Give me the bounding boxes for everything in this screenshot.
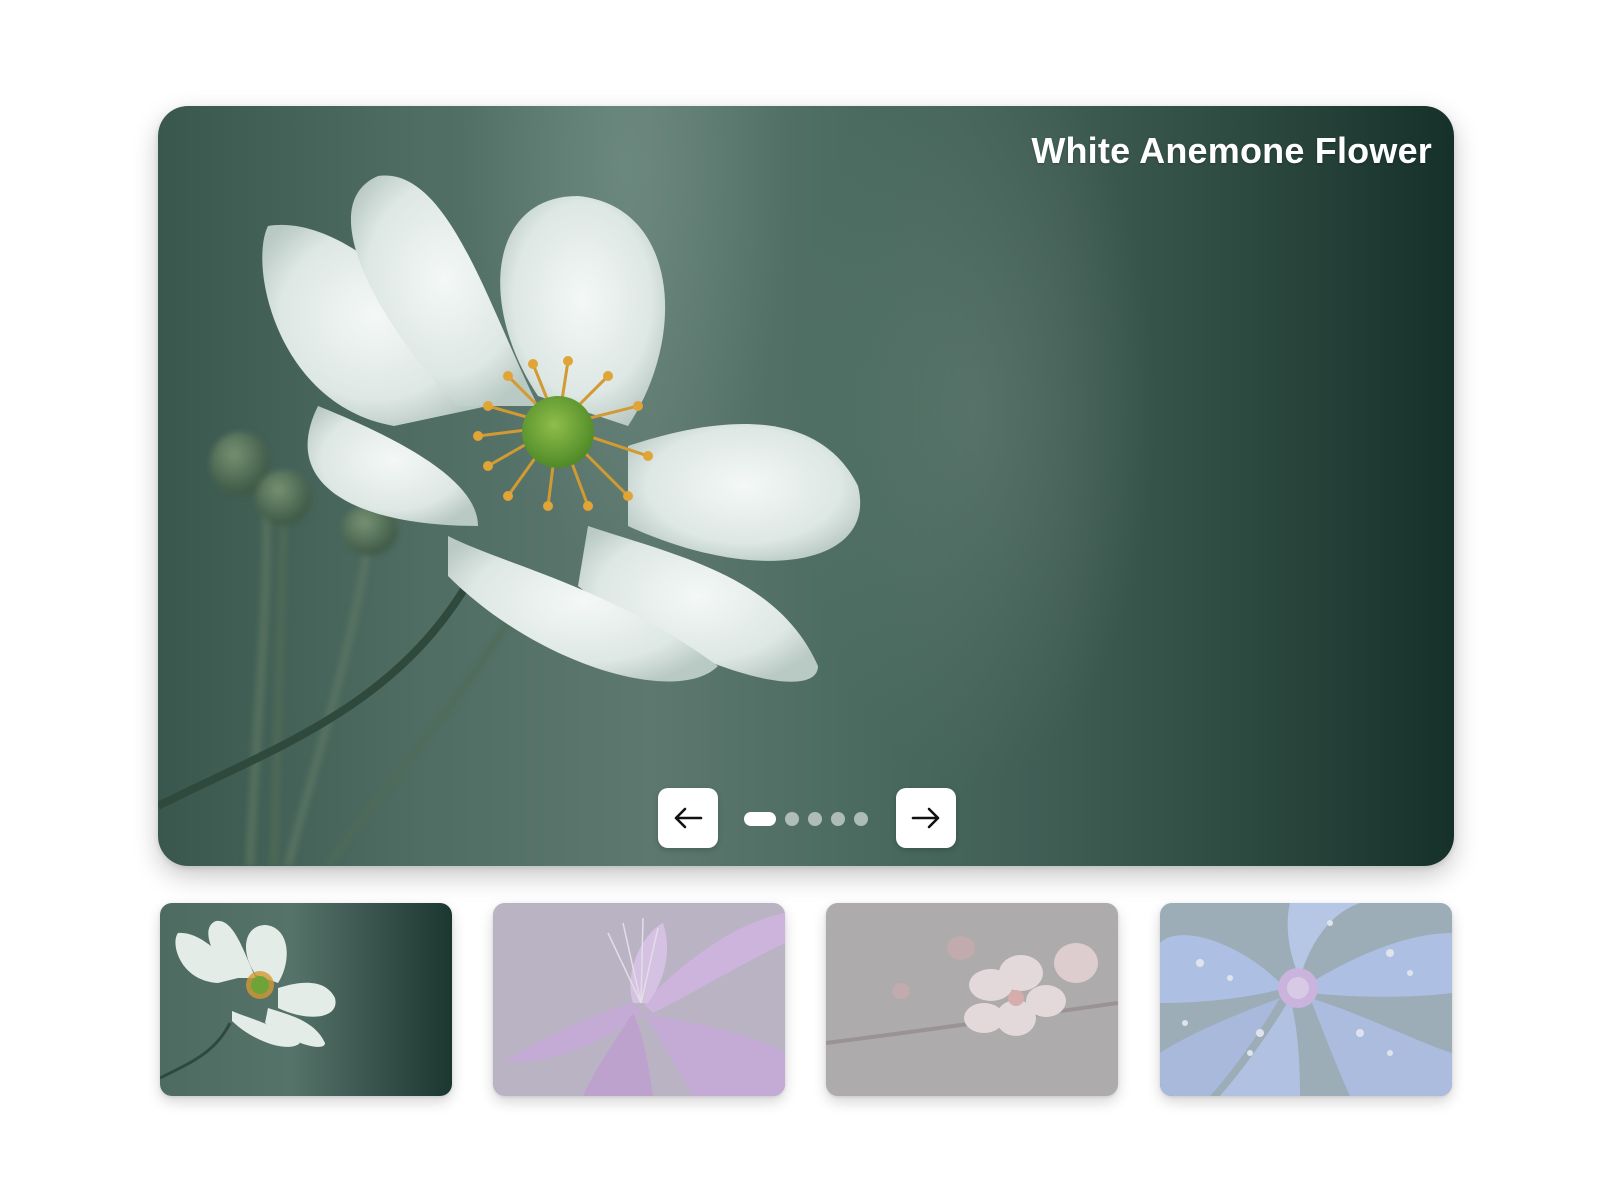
anemone-photo: [158, 175, 861, 866]
slide-dot-1[interactable]: [744, 812, 776, 826]
thumbnail-veil: [493, 903, 785, 1096]
arrow-right-icon: [911, 807, 940, 829]
thumbnail-blue-dewdrop-flower[interactable]: [1160, 903, 1452, 1096]
slide-dot-4[interactable]: [831, 812, 845, 826]
slide-image[interactable]: White Anemone Flower: [158, 106, 1454, 866]
thumbnail-white-anemone[interactable]: [160, 903, 452, 1096]
thumbnail-veil: [826, 903, 1118, 1096]
thumbnail-veil: [1160, 903, 1452, 1096]
slide-dot-5[interactable]: [854, 812, 868, 826]
image-slider: White Anemone Flower: [0, 0, 1600, 1200]
arrow-left-icon: [674, 807, 703, 829]
slide-dot-2[interactable]: [785, 812, 799, 826]
slide-indicator: [744, 812, 868, 826]
thumbnail-pink-blossom[interactable]: [826, 903, 1118, 1096]
thumbnail-purple-lily[interactable]: [493, 903, 785, 1096]
slide-title: White Anemone Flower: [1031, 130, 1432, 171]
next-slide-button[interactable]: [896, 788, 956, 848]
white-anemone-thumbnail-image: [160, 903, 452, 1096]
prev-slide-button[interactable]: [658, 788, 718, 848]
slide-dot-3[interactable]: [808, 812, 822, 826]
thumbnail-strip: [160, 903, 1452, 1096]
